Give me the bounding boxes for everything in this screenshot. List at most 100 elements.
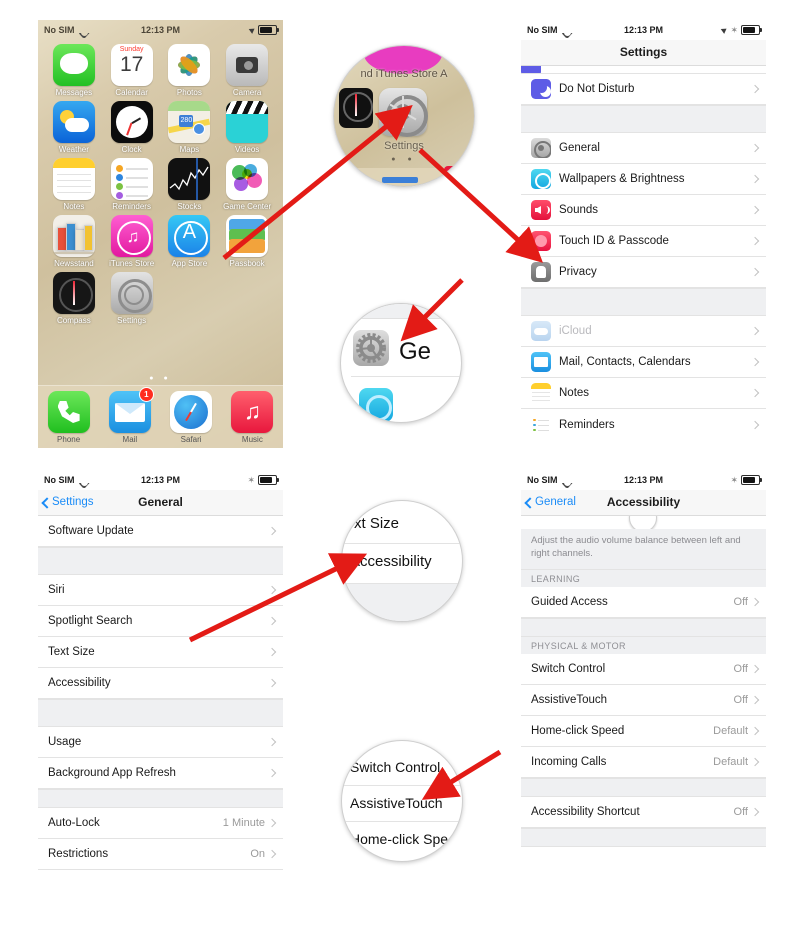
app-icon-calendar[interactable]: Sunday 17 Calendar [104,44,160,97]
row-label: Spotlight Search [48,615,133,627]
stocks-icon [168,158,211,200]
magnified-settings-icon[interactable] [379,88,428,137]
accessibility-row-guided-access[interactable]: Guided Access Off [521,586,766,618]
app-icon-newsstand[interactable]: Newsstand [46,215,102,268]
chevron-right-icon [750,84,760,94]
general-row-accessibility[interactable]: Accessibility [38,668,283,699]
status-right [248,25,279,35]
app-icon-stocks[interactable]: Stocks [162,158,218,211]
accessibility-list-shortcut: Accessibility Shortcut Off [521,796,766,828]
app-icon-maps[interactable]: 280 Maps [162,101,218,154]
row-value: Default [713,755,748,768]
row-label: iCloud [559,325,592,337]
app-icon-clock[interactable]: Clock [104,101,160,154]
home-screen-phone: No SIM 12:13 PM Messages Sunday 17 Calen… [38,20,283,448]
app-label: Reminders [112,202,151,211]
app-label: Weather [58,145,89,154]
row-value: Default [713,724,748,737]
settings-row-icloud[interactable]: iCloud [521,316,766,347]
app-label: App Store [171,259,208,268]
list-bottom-filler [38,870,283,880]
chevron-right-icon [750,757,760,766]
location-arrow-icon [721,26,729,34]
dock-label: Music [241,435,263,444]
row-value: Off [733,805,748,818]
general-row-text-size[interactable]: Text Size [38,637,283,668]
general-row-auto-lock[interactable]: Auto-Lock 1 Minute [38,808,283,839]
camera-icon [226,44,269,86]
general-row-spotlight-search[interactable]: Spotlight Search [38,606,283,637]
accessibility-list-learning: Guided Access Off [521,586,766,618]
clock-icon [110,101,153,143]
settings-row-sounds[interactable]: Sounds [521,195,766,226]
settings-icon [110,272,153,314]
dock-item-safari[interactable]: Safari [170,391,213,444]
magnified-wallpaper-icon [359,388,393,422]
app-icon-reminders[interactable]: Reminders [104,158,160,211]
chevron-right-icon [750,205,760,215]
general-row-usage[interactable]: Usage [38,727,283,758]
bluetooth-icon: ✶ [730,474,738,485]
settings-row-wallpapers[interactable]: Wallpapers & Brightness [521,164,766,195]
magnified-assistivetouch-label: AssistiveTouch [350,795,443,811]
general-row-siri[interactable]: Siri [38,575,283,606]
dock-item-mail[interactable]: 1 Mail [108,387,154,444]
magnified-separator-1 [342,543,462,544]
accessibility-row-assistivetouch[interactable]: AssistiveTouch Off [521,684,766,716]
settings-navbar: Settings [521,40,766,66]
general-row-restrictions[interactable]: Restrictions On [38,839,283,870]
chevron-right-icon [750,695,760,704]
app-icon-app-store[interactable]: A App Store [162,215,218,268]
settings-row-reminders[interactable]: Reminders [521,409,766,440]
itunes-store-icon: ♫ [110,215,153,257]
row-label: Do Not Disturb [559,83,635,95]
app-icon-settings[interactable]: Settings [104,272,160,325]
app-label: Camera [232,88,262,97]
app-icon-compass[interactable]: Compass [46,272,102,325]
magnified-compass-icon [339,88,373,128]
accessibility-row-switch-control[interactable]: Switch Control Off [521,653,766,685]
accessibility-row-home-click-speed[interactable]: Home-click Speed Default [521,715,766,747]
partial-row-top [521,66,766,74]
settings-row-touch-id[interactable]: Touch ID & Passcode [521,226,766,257]
magnified-gear-icon [353,330,389,366]
row-label: Sounds [559,204,599,216]
app-store-icon: A [168,215,211,257]
app-icon-itunes-store[interactable]: ♫ iTunes Store [104,215,160,268]
settings-row-privacy[interactable]: Privacy [521,257,766,288]
page-title: Accessibility [606,495,681,509]
dock-item-music[interactable]: ♫ Music [231,391,274,444]
app-icon-messages[interactable]: Messages [46,44,102,97]
general-group-gap-3 [38,789,283,808]
general-row-background-app-refresh[interactable]: Background App Refresh [38,758,283,789]
messages-icon [52,44,95,86]
battery-icon [258,475,279,485]
app-icon-camera[interactable]: Camera [219,44,275,97]
app-icon-photos[interactable]: Photos [162,44,218,97]
fingerprint-icon [531,231,551,251]
accessibility-row-magnifier: xt Size Accessibility [341,500,463,622]
wallpaper-icon [531,169,551,189]
chevron-right-icon [750,326,760,336]
audio-balance-description: Adjust the audio volume balance between … [521,529,766,570]
settings-row-general[interactable]: General [521,133,766,164]
app-icon-weather[interactable]: Weather [46,101,102,154]
general-navbar: Settings General [38,490,283,516]
settings-row-mail-contacts-calendars[interactable]: Mail, Contacts, Calendars [521,347,766,378]
settings-row-do-not-disturb[interactable]: Do Not Disturb [521,74,766,105]
app-icon-videos[interactable]: Videos [219,101,275,154]
app-icon-game-center[interactable]: Game Center [219,158,275,211]
app-icon-notes[interactable]: Notes [46,158,102,211]
dock-item-phone[interactable]: Phone [47,391,90,444]
chevron-right-icon [267,678,277,688]
app-icon-passbook[interactable]: Passbook [219,215,275,268]
app-label: Messages [55,88,93,97]
accessibility-row-accessibility-shortcut[interactable]: Accessibility Shortcut Off [521,796,766,828]
chevron-right-icon [750,664,760,673]
checklist-icon [531,414,551,435]
general-row-software-update[interactable]: Software Update [38,516,283,547]
settings-row-notes[interactable]: Notes [521,378,766,409]
app-label: Notes [63,202,85,211]
row-label: Mail, Contacts, Calendars [559,356,691,368]
accessibility-row-incoming-calls[interactable]: Incoming Calls Default [521,746,766,778]
